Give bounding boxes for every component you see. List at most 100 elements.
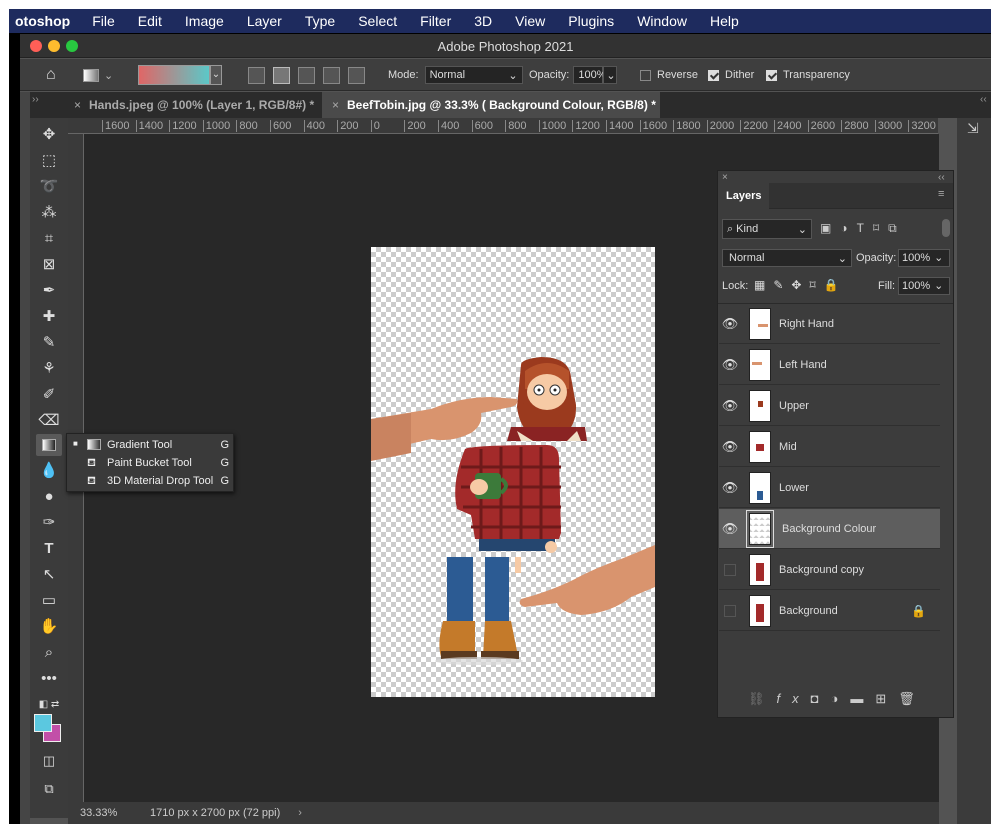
menu-image[interactable]: Image [185,13,224,29]
home-icon[interactable]: ⌂ [46,59,56,91]
swap-colors-icon[interactable]: ◧ ⇄ [36,694,62,716]
adjustment-layer-icon[interactable]: ◑ [831,691,851,706]
mode-select[interactable]: Normal ⌄ [424,66,523,84]
lasso-tool-icon[interactable]: ➰ [36,176,62,198]
new-layer-icon[interactable]: ⊞ [875,691,898,706]
menu-file[interactable]: File [92,13,115,29]
move-tool-icon[interactable]: ✥ [36,124,62,146]
new-group-icon[interactable]: ▬ [850,691,875,706]
diamond-gradient-button[interactable] [348,66,365,84]
foreground-color-swatch[interactable] [34,714,52,732]
hand-tool-icon[interactable]: ✋ [36,616,62,638]
layer-row-background-copy[interactable]: Background copy [719,550,940,590]
blend-mode-select[interactable]: Normal ⌄ [722,249,852,267]
linear-gradient-button[interactable] [248,66,265,84]
menu-filter[interactable]: Filter [420,13,451,29]
healing-brush-tool-icon[interactable]: ✚ [36,306,62,328]
tab-beeftobin[interactable]: × BeefTobin.jpg @ 33.3% ( Background Col… [322,92,660,118]
close-tab-icon[interactable]: × [332,98,339,112]
shape-filter-icon[interactable]: ⌑ [873,221,888,235]
brush-tool-icon[interactable]: ✎ [36,332,62,354]
add-mask-icon[interactable]: ◘ [811,691,831,706]
menu-plugins[interactable]: Plugins [568,13,614,29]
menu-select[interactable]: Select [358,13,397,29]
opacity-input[interactable]: 100% [573,66,607,84]
more-tools-icon[interactable]: ••• [36,668,62,690]
eye-icon[interactable]: 👁 [719,316,741,332]
marquee-tool-icon[interactable]: ⬚ [36,150,62,172]
radial-gradient-button[interactable] [273,66,290,84]
link-layers-icon[interactable]: ⛓ [748,691,777,706]
lock-position-icon[interactable]: ✥ [791,278,809,292]
visibility-toggle[interactable] [724,604,736,617]
menu-layer[interactable]: Layer [247,13,282,29]
eye-icon[interactable]: 👁 [719,521,741,537]
menu-view[interactable]: View [515,13,545,29]
layer-row-right-hand[interactable]: 👁 Right Hand [719,304,940,344]
visibility-toggle[interactable] [724,563,736,576]
stamp-tool-icon[interactable]: ⚘ [36,358,62,380]
menu-type[interactable]: Type [305,13,335,29]
filter-kind-select[interactable]: ⌕ Kind ⌄ [722,219,812,239]
lock-transparent-icon[interactable]: ▦ [754,278,773,292]
blur-tool-icon[interactable]: 💧 [36,460,62,482]
screen-mode-icon[interactable]: ⧉ [36,778,62,800]
close-panel-icon[interactable]: × [722,172,728,183]
collapse-dock-icon[interactable]: ‹‹ [980,94,987,105]
fill-input[interactable]: 100% ⌄ [898,277,950,295]
zoom-level[interactable]: 33.33% [80,807,136,819]
tab-hands[interactable]: × Hands.jpeg @ 100% (Layer 1, RGB/8#) * [64,92,320,118]
gradient-picker[interactable]: ⌄ [138,59,222,91]
reflected-gradient-button[interactable] [323,66,340,84]
path-selection-tool-icon[interactable]: ↖ [36,564,62,586]
menu-window[interactable]: Window [637,13,687,29]
lock-all-icon[interactable]: 🔒 [824,278,847,292]
flyout-paint-bucket-tool[interactable]: ⛾ Paint Bucket Tool G [67,454,235,472]
angle-gradient-button[interactable] [298,66,315,84]
panel-menu-icon[interactable]: ≡ [938,188,944,200]
layer-row-background[interactable]: Background 🔒 [719,591,940,631]
opacity-dropdown-button[interactable]: ⌄ [603,66,618,84]
pen-tool-icon[interactable]: ✑ [36,512,62,534]
pixel-filter-icon[interactable]: ▣ [820,221,840,235]
menu-edit[interactable]: Edit [138,13,162,29]
filter-toggle[interactable] [942,219,950,237]
layer-row-upper[interactable]: 👁 Upper [719,386,940,426]
flyout-3d-material-drop-tool[interactable]: ⛾ 3D Material Drop Tool G [67,472,235,490]
rectangle-tool-icon[interactable]: ▭ [36,590,62,612]
type-tool-icon[interactable]: T [36,538,62,560]
properties-panel-icon[interactable]: ⇲ [967,120,979,137]
transparency-checkbox[interactable]: Transparency [766,59,850,91]
eye-icon[interactable]: 👁 [719,357,741,373]
dodge-tool-icon[interactable]: ● [36,486,62,508]
quick-mask-icon[interactable]: ◫ [36,750,62,772]
lock-artboard-icon[interactable]: ⌑ [809,278,823,292]
trash-icon[interactable]: 🗑 [898,691,927,706]
smart-object-filter-icon[interactable]: ⧉ [888,221,906,235]
layer-row-lower[interactable]: 👁 Lower [719,468,940,508]
type-filter-icon[interactable]: T [857,221,873,235]
expand-panel-icon[interactable]: ›› [32,94,39,105]
gradient-tool-icon[interactable] [36,434,62,456]
eraser-tool-icon[interactable]: ⌫ [36,410,62,432]
eye-icon[interactable]: 👁 [719,398,741,414]
fx-icon[interactable]: fx [777,691,811,706]
eyedropper-tool-icon[interactable]: ✒ [36,280,62,302]
layer-opacity-input[interactable]: 100% ⌄ [898,249,950,267]
tool-preset-picker[interactable]: ⌄ [83,59,113,91]
layer-row-background-colour[interactable]: 👁 Background Colour [719,509,940,549]
history-brush-tool-icon[interactable]: ✐ [36,384,62,406]
flyout-gradient-tool[interactable]: ■ Gradient Tool G [67,436,235,454]
layer-row-left-hand[interactable]: 👁 Left Hand [719,345,940,385]
reverse-checkbox[interactable]: Reverse [640,59,698,91]
app-menu[interactable]: otoshop [15,13,70,29]
lock-image-icon[interactable]: ✎ [773,278,791,292]
dither-checkbox[interactable]: Dither [708,59,754,91]
quick-select-tool-icon[interactable]: ⁂ [36,202,62,224]
layer-row-mid[interactable]: 👁 Mid [719,427,940,467]
adjustment-filter-icon[interactable]: ◑ [840,221,856,235]
zoom-tool-icon[interactable]: ⌕ [36,642,62,664]
eye-icon[interactable]: 👁 [719,480,741,496]
menu-3d[interactable]: 3D [474,13,492,29]
document-canvas[interactable] [371,247,655,697]
